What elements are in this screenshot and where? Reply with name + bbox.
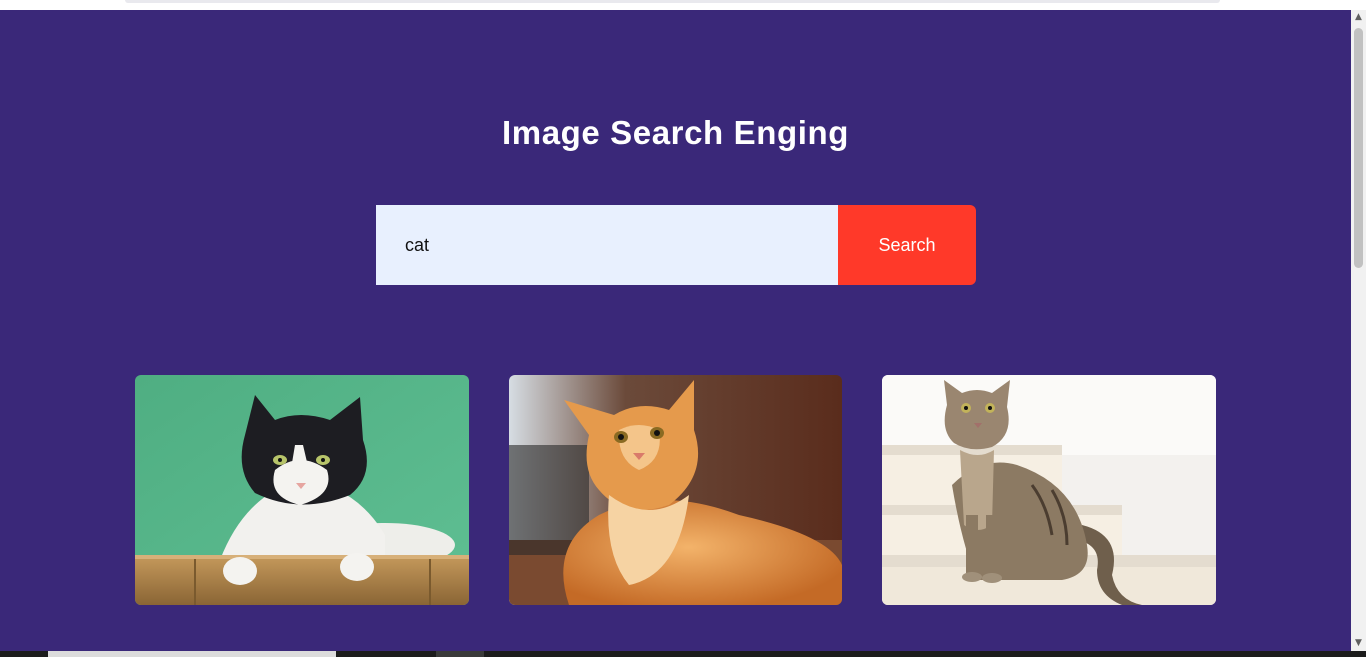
- image-result-card[interactable]: [509, 375, 842, 605]
- image-result-card[interactable]: [882, 375, 1216, 605]
- scroll-thumb[interactable]: [1354, 28, 1363, 268]
- search-button[interactable]: Search: [838, 205, 976, 285]
- browser-top-edge: [125, 0, 1220, 3]
- search-form: Search: [376, 205, 976, 285]
- cat-image-2: [509, 375, 842, 605]
- image-results-grid: [135, 375, 1216, 605]
- scroll-down-arrow-icon[interactable]: ▼: [1351, 636, 1366, 651]
- taskbar-item[interactable]: [48, 651, 336, 657]
- cat-image-1: [135, 375, 469, 605]
- vertical-scrollbar[interactable]: ▲ ▼: [1351, 10, 1366, 651]
- scroll-up-arrow-icon[interactable]: ▲: [1351, 10, 1366, 25]
- cat-image-3: [882, 375, 1216, 605]
- image-result-card[interactable]: [135, 375, 469, 605]
- search-input[interactable]: [376, 205, 838, 285]
- taskbar-item[interactable]: [436, 651, 484, 657]
- page-title: Image Search Enging: [502, 114, 849, 151]
- taskbar: [0, 651, 1366, 657]
- browser-top-strip: [0, 0, 1366, 10]
